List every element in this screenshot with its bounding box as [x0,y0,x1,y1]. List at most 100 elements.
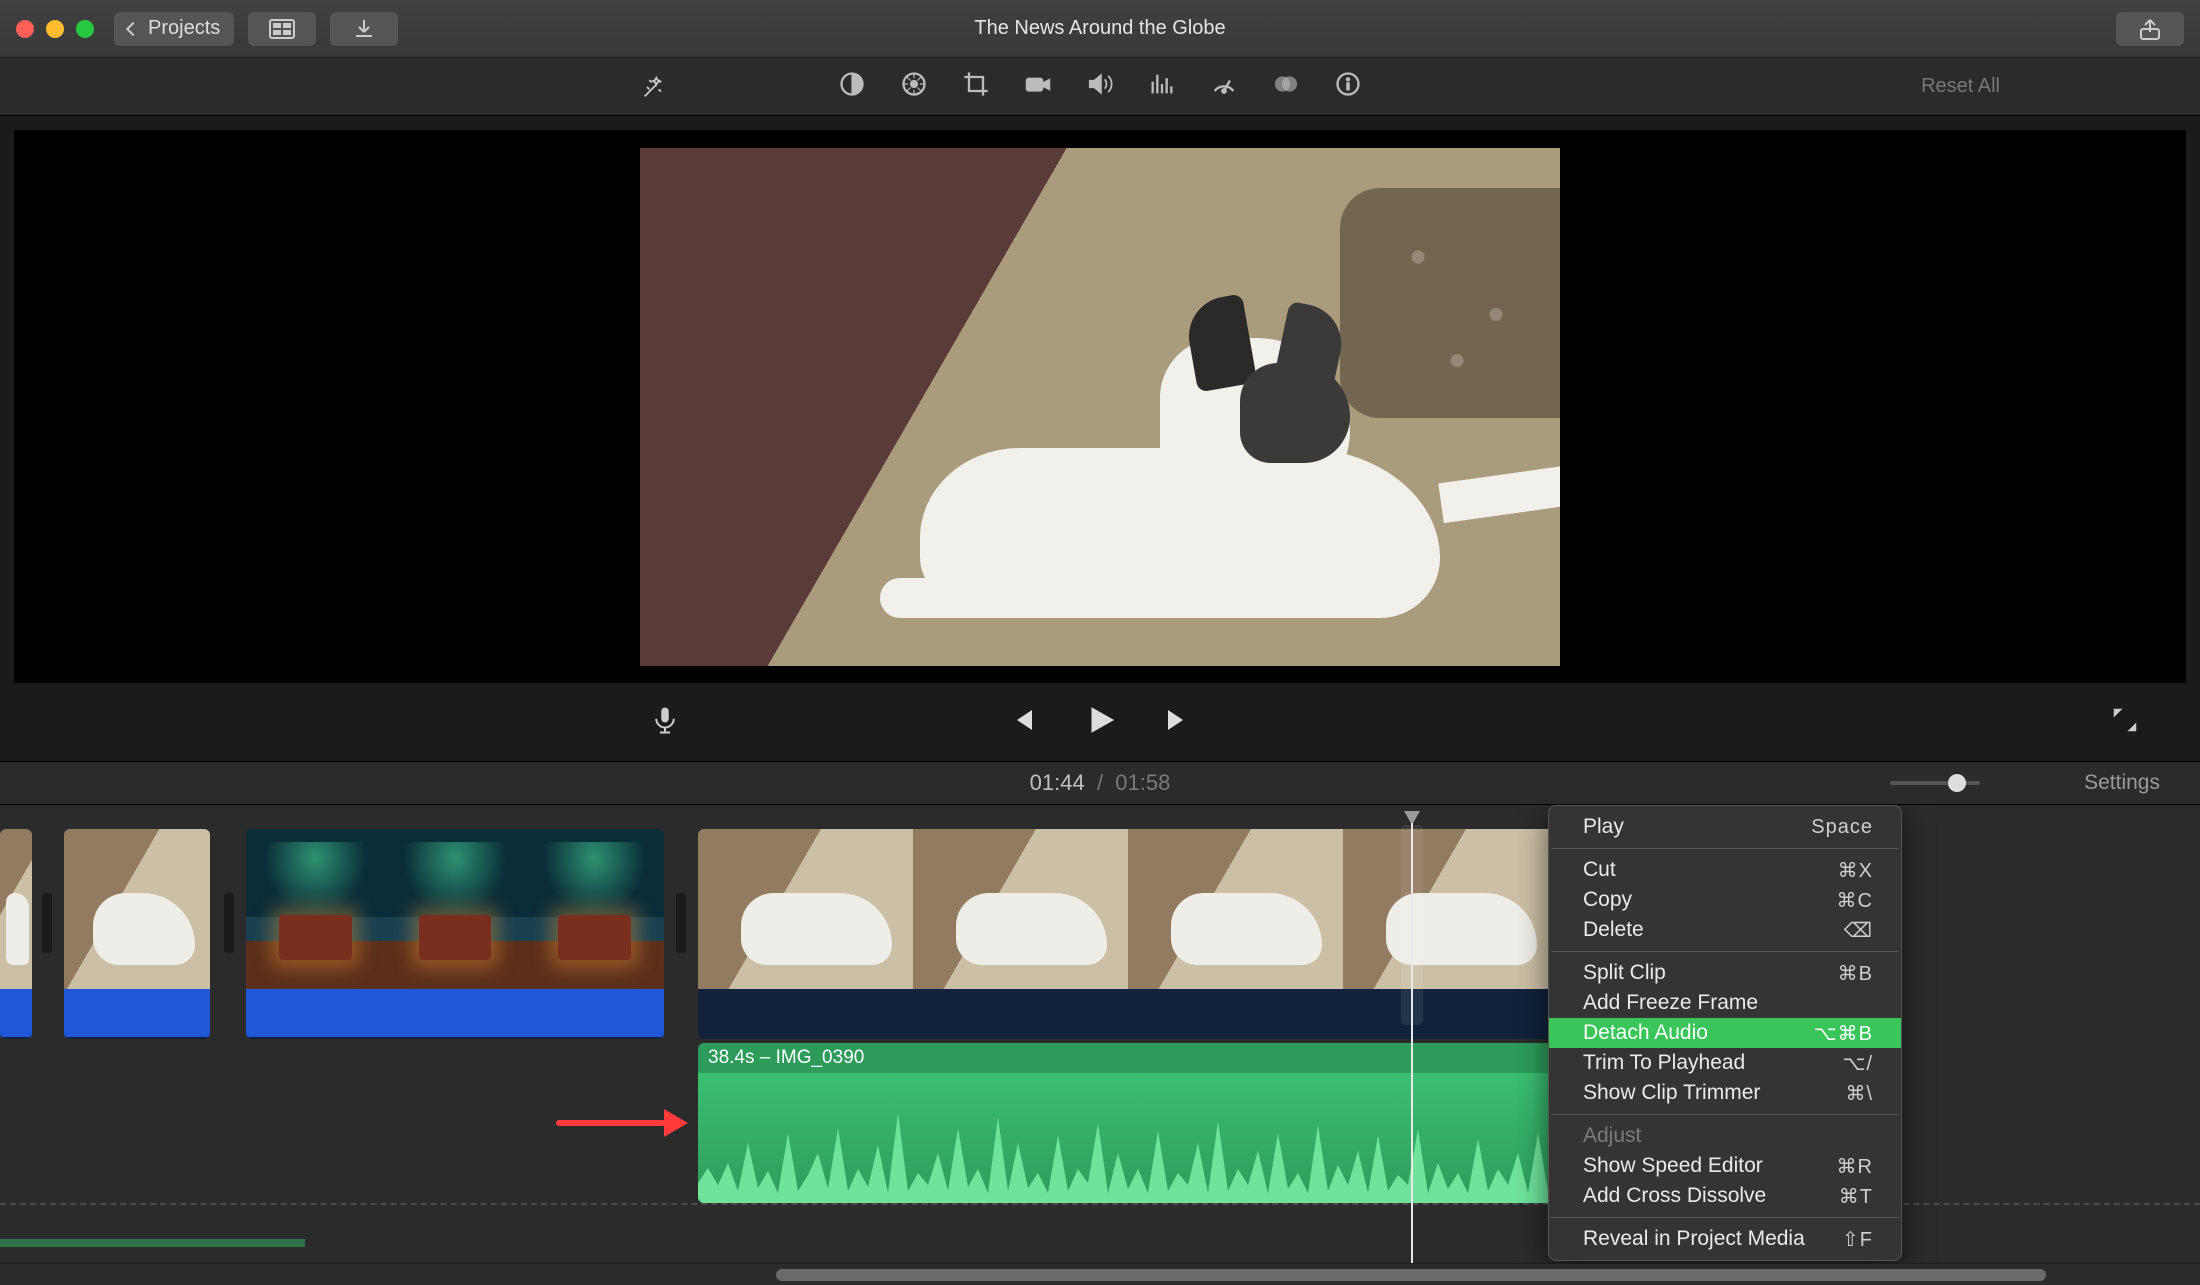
menu-item-shortcut: ⌥⌘B [1814,1021,1873,1046]
menu-item-shortcut: ⌫ [1844,918,1873,943]
menu-item-shortcut: ⌘C [1837,888,1873,913]
timeline-settings-button[interactable]: Settings [2084,771,2160,795]
menu-item-shortcut: ⌘X [1838,858,1873,883]
menu-separator [1551,848,1899,849]
import-media-button[interactable] [330,12,398,46]
timeline[interactable]: 38.4s – IMG_0390 PlaySpaceCut⌘XCopy⌘CDel… [0,805,2200,1285]
info-icon [1334,70,1362,98]
clip-info-button[interactable] [1334,70,1362,103]
menu-item[interactable]: Copy ⌘C [1549,885,1901,915]
menu-item-label: Show Clip Trimmer [1583,1081,1760,1105]
preview-viewport[interactable] [14,130,2186,683]
detached-audio-clip[interactable]: 38.4s – IMG_0390 [698,1043,1558,1203]
menu-item[interactable]: Detach Audio ⌥⌘B [1549,1018,1901,1048]
timeline-overview-strip[interactable] [0,1239,305,1247]
previous-frame-button[interactable] [1007,705,1037,740]
play-icon [1083,703,1117,737]
slider-track [1890,781,1980,785]
clip-filter-button[interactable] [1272,70,1300,103]
skip-forward-icon [1163,705,1193,735]
close-window-button[interactable] [16,20,34,38]
chevron-left-icon [126,21,140,35]
fullscreen-icon [2110,705,2140,735]
timeline-clip[interactable] [0,829,32,1039]
menu-item-label: Adjust [1583,1124,1641,1148]
share-button[interactable] [2116,12,2184,46]
camera-icon [1024,70,1052,98]
projects-label: Projects [148,17,220,40]
projects-back-button[interactable]: Projects [114,12,234,46]
equalizer-icon [1148,70,1176,98]
menu-item[interactable]: Show Clip Trimmer⌘\ [1549,1078,1901,1108]
magic-wand-icon [640,73,668,101]
scrollbar-thumb[interactable] [776,1269,2046,1281]
menu-item[interactable]: Delete ⌫ [1549,915,1901,945]
zoom-window-button[interactable] [76,20,94,38]
timeline-clip[interactable] [64,829,210,1039]
audio-waveform [698,1073,1558,1203]
color-balance-button[interactable] [838,70,866,103]
menu-item[interactable]: Show Speed Editor ⌘R [1549,1151,1901,1181]
fullscreen-button[interactable] [2110,705,2140,740]
timeline-clip[interactable] [698,829,1558,1039]
menu-item-label: Trim To Playhead [1583,1051,1745,1075]
playhead-time: 01:44 [1030,770,1085,795]
menu-item[interactable]: Add Cross Dissolve⌘T [1549,1181,1901,1211]
window-controls [16,20,94,38]
menu-item-label: Cut [1583,858,1616,882]
trim-handle[interactable] [224,893,234,953]
enhance-button[interactable] [640,73,668,101]
menu-item-shortcut: ⌥/ [1842,1051,1873,1076]
menu-item-label: Show Speed Editor [1583,1154,1763,1178]
trim-handle[interactable] [42,893,52,953]
menu-item[interactable]: Reveal in Project Media⇧F [1549,1224,1901,1254]
color-correction-button[interactable] [900,70,928,103]
transport-bar [14,683,2186,761]
menu-item[interactable]: Split Clip ⌘B [1549,958,1901,988]
timeline-horizontal-scrollbar[interactable] [0,1263,2200,1285]
timeline-header: 01:44 / 01:58 Settings [0,761,2200,805]
volume-button[interactable] [1086,70,1114,103]
microphone-icon [650,705,680,735]
color-wheel-icon [900,70,928,98]
detached-audio-label: 38.4s – IMG_0390 [698,1043,1558,1073]
next-frame-button[interactable] [1163,705,1193,740]
clip-audio-band [246,989,664,1037]
menu-item[interactable]: Add Freeze Frame [1549,988,1901,1018]
reset-all-button[interactable]: Reset All [1921,75,2000,98]
menu-item[interactable]: PlaySpace [1549,812,1901,842]
voiceover-record-button[interactable] [650,705,680,740]
menu-item-shortcut: ⌘B [1838,961,1873,986]
skip-back-icon [1007,705,1037,735]
minimize-window-button[interactable] [46,20,64,38]
menu-item-label: Play [1583,815,1624,839]
stabilization-button[interactable] [1024,70,1052,103]
menu-item-label: Copy [1583,888,1632,912]
play-button[interactable] [1083,703,1117,742]
overlap-circles-icon [1272,70,1300,98]
slider-knob[interactable] [1948,774,1966,792]
clip-audio-band [64,989,210,1037]
menu-item-shortcut: ⌘T [1839,1184,1873,1209]
noise-eq-button[interactable] [1148,70,1176,103]
timeline-clip[interactable] [246,829,664,1039]
menu-item-label: Split Clip [1583,961,1666,985]
menu-item[interactable]: Trim To Playhead ⌥/ [1549,1048,1901,1078]
menu-item-label: Detach Audio [1583,1021,1708,1045]
speed-button[interactable] [1210,70,1238,103]
menu-item[interactable]: Cut ⌘X [1549,855,1901,885]
trim-handle[interactable] [676,893,686,953]
clip-audio-band [0,989,32,1037]
color-balance-icon [838,70,866,98]
speedometer-icon [1210,70,1238,98]
menu-item: Adjust [1549,1121,1901,1151]
menu-separator [1551,1217,1899,1218]
media-library-button[interactable] [248,12,316,46]
crop-button[interactable] [962,70,990,103]
menu-separator [1551,1114,1899,1115]
menu-item-label: Delete [1583,918,1644,942]
menu-item-shortcut: ⌘R [1837,1154,1873,1179]
volume-icon [1086,70,1114,98]
timeline-zoom-slider[interactable] [1890,762,1980,804]
menu-item-shortcut: ⇧F [1842,1227,1873,1252]
